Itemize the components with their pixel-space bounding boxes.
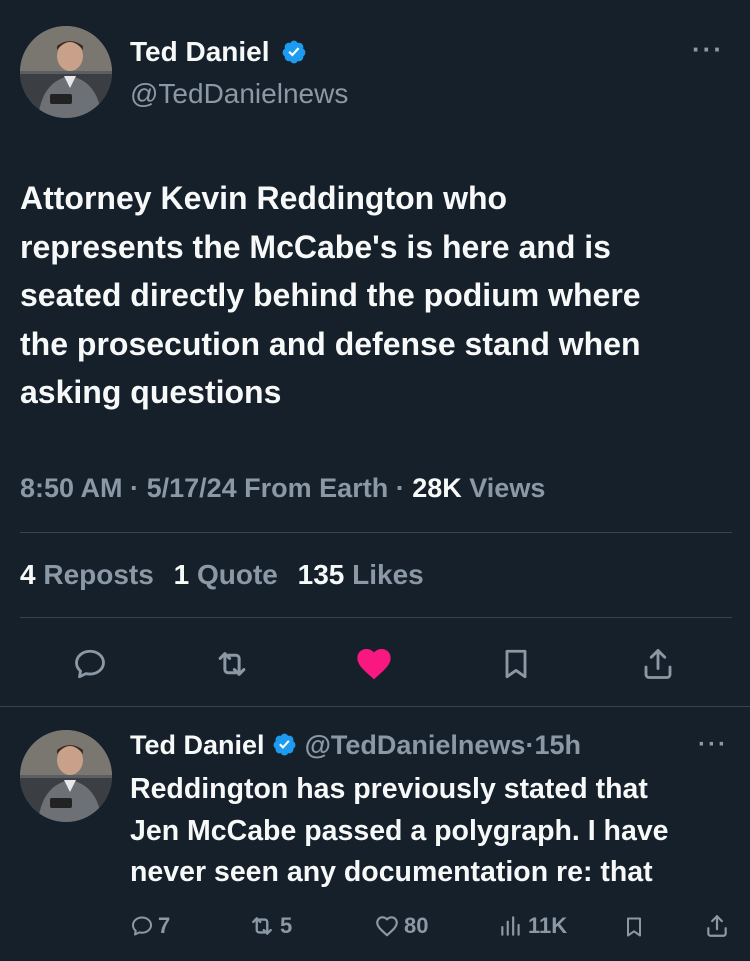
share-icon — [707, 915, 727, 937]
like-button[interactable] — [354, 644, 394, 684]
reply-bookmark-button[interactable] — [622, 913, 650, 941]
tweet-date[interactable]: 5/17/24 — [147, 473, 237, 503]
reply-text-line: Reddington has previously stated that — [130, 773, 648, 805]
reply-icon — [75, 649, 105, 679]
reply-repost-button[interactable]: 5 — [248, 910, 292, 942]
bookmark-icon — [627, 917, 641, 937]
reply-text-line: Jen McCabe passed a polygraph. I have — [130, 814, 669, 847]
repost-button[interactable] — [212, 644, 252, 684]
bookmark-button[interactable] — [496, 644, 536, 684]
reposts-stat[interactable]: 4 Reposts — [20, 559, 162, 590]
tweet-text-line: Attorney Kevin Reddington who — [20, 180, 508, 216]
verified-badge-icon — [282, 40, 306, 63]
tweet-source: From Earth — [244, 473, 389, 503]
avatar[interactable] — [20, 26, 112, 118]
reply-icon — [132, 916, 152, 936]
reply-reply-button[interactable]: 7 — [130, 910, 170, 942]
author-name[interactable]: Ted Daniel — [130, 34, 307, 70]
reply-like-button[interactable]: 80 — [374, 910, 428, 942]
reposts-label: Reposts — [43, 559, 154, 590]
more-options-icon[interactable]: ··· — [692, 34, 724, 64]
views-icon — [501, 916, 520, 936]
quotes-stat[interactable]: 1 Quote — [174, 559, 286, 590]
reply-header: Ted Daniel @TedDanielnews·15h — [130, 727, 581, 763]
repost-count: 5 — [280, 913, 293, 938]
reply-author-name[interactable]: Ted Daniel — [130, 730, 265, 760]
reply-text-line: never seen any documentation re: that — [130, 856, 653, 888]
divider — [20, 617, 732, 618]
repost-icon — [252, 917, 272, 935]
likes-label: Likes — [352, 559, 424, 590]
reply-views-button[interactable]: 11K — [498, 910, 567, 942]
share-button[interactable] — [638, 644, 678, 684]
reply-author-handle[interactable]: @TedDanielnews — [305, 730, 526, 760]
tweet-text-line: represents the McCabe's is here and is — [20, 228, 611, 265]
reply-more-options-icon[interactable]: ··· — [698, 730, 728, 760]
tweet-text-line: the prosecution and defense stand when — [20, 325, 641, 362]
reply-share-button[interactable] — [704, 912, 734, 940]
quotes-label: Quote — [196, 559, 278, 590]
tweet-text: Attorney Kevin Reddington who represents… — [20, 174, 740, 417]
like-icon-filled — [357, 649, 391, 680]
like-count: 80 — [404, 913, 429, 938]
likes-stat[interactable]: 135 Likes — [298, 559, 424, 590]
reposts-count: 4 — [20, 559, 36, 590]
verified-badge-icon — [273, 733, 296, 756]
reply-text: Reddington has previously stated that Je… — [130, 769, 745, 894]
reply-time[interactable]: 15h — [534, 730, 581, 760]
tweet-meta: 8:50 AM · 5/17/24 From Earth · 28K Views — [20, 470, 545, 506]
views-label: Views — [469, 473, 546, 503]
meta-separator: · — [130, 473, 140, 503]
divider — [20, 532, 732, 533]
tweet-time[interactable]: 8:50 AM — [20, 473, 123, 503]
reply-avatar[interactable] — [20, 730, 112, 822]
reply-count: 7 — [158, 913, 171, 938]
like-icon — [376, 916, 398, 937]
author-name-text[interactable]: Ted Daniel — [130, 36, 270, 67]
tweet-text-line: seated directly behind the podium where — [20, 277, 641, 313]
likes-count: 135 — [297, 559, 345, 590]
tweet-stats: 4 Reposts 1 Quote 135 Likes — [20, 557, 424, 593]
meta-separator: · — [395, 473, 405, 503]
author-handle[interactable]: @TedDanielnews — [130, 76, 348, 112]
reply-button[interactable] — [70, 644, 110, 684]
views-count: 11K — [528, 913, 568, 938]
tweet-text-line: asking questions — [20, 374, 282, 410]
share-icon — [644, 649, 672, 679]
divider — [0, 706, 750, 707]
repost-icon — [218, 652, 246, 676]
views-count: 28K — [412, 473, 462, 503]
bookmark-icon — [505, 649, 527, 679]
quotes-count: 1 — [173, 559, 190, 590]
